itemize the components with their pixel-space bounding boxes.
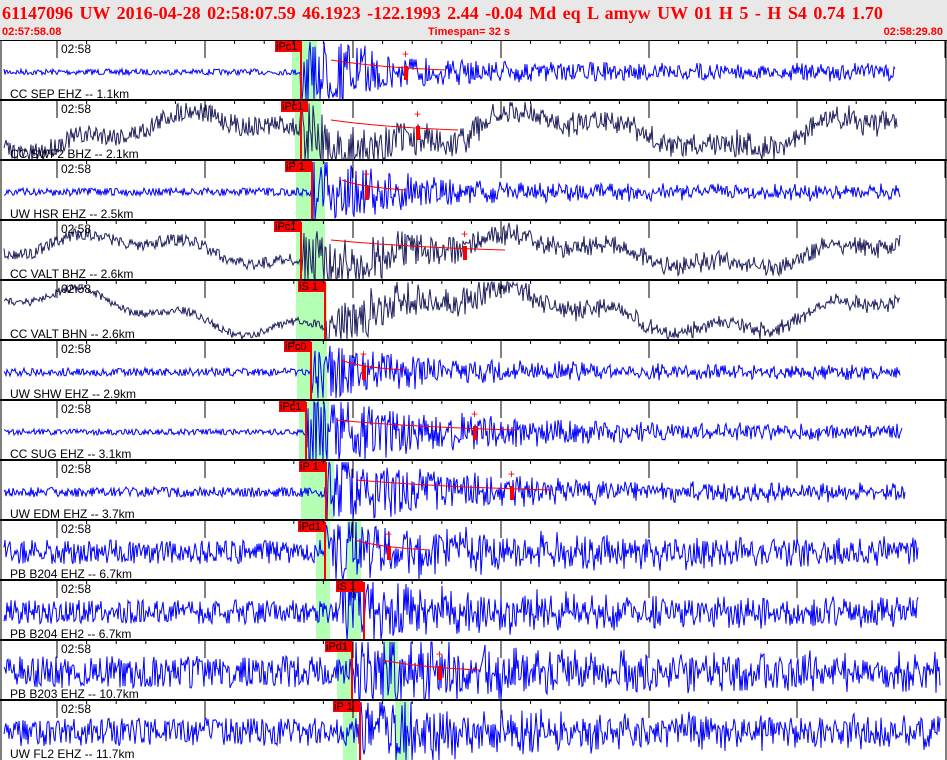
trace-row[interactable]: + iPc1 02:58 CC SUG EHZ -- 3.1km [0, 399, 947, 461]
time-label: 02:58 [61, 222, 91, 236]
amplitude-marker [510, 486, 514, 500]
amplitude-marker [473, 426, 477, 440]
station-label: CC SUG EHZ -- 3.1km [10, 447, 131, 461]
pick-label: iPc0 [285, 341, 306, 353]
waveform [3, 161, 901, 221]
time-label: 02:58 [61, 582, 91, 596]
pick-label: iPd1 [326, 641, 348, 653]
plus-marker: + [461, 227, 468, 241]
station-label: UW SHW EHZ -- 2.9km [10, 387, 136, 401]
waveform [3, 280, 900, 342]
plus-marker: + [508, 467, 515, 481]
amplitude-marker [463, 246, 467, 260]
amplitude-marker [387, 546, 391, 560]
pick-label: iS 1 [299, 281, 318, 293]
waveform [3, 222, 901, 281]
station-label: CC SWF2 BHZ -- 2.1km [10, 147, 139, 161]
event-header: 61147096 UW 2016-04-28 02:58:07.59 46.19… [0, 0, 947, 40]
trace-row[interactable]: iP 1 02:58 UW FL2 EHZ -- 11.7km [0, 699, 947, 760]
plus-marker: + [414, 107, 421, 121]
seismogram-panel[interactable]: +iPc102:58CC SEP EHZ -- 1.1km+iPc102:58C… [0, 40, 947, 760]
waveform [3, 400, 903, 461]
time-label: 02:58 [61, 282, 91, 296]
time-label: 02:58 [61, 642, 91, 656]
coda-duration-line [330, 119, 459, 131]
time-label: 02:58 [61, 702, 91, 716]
plus-marker: + [436, 647, 443, 661]
end-time: 02:58:29.80 [883, 26, 943, 38]
plus-marker: + [363, 167, 370, 181]
station-label: UW EDM EHZ -- 3.7km [10, 507, 135, 521]
plus-marker: + [360, 347, 367, 361]
start-time: 02:57:58.08 [2, 26, 62, 38]
station-label: UW FL2 EHZ -- 11.7km [10, 747, 134, 760]
trace-row[interactable]: + iP 1 02:58 UW EDM EHZ -- 3.7km [0, 459, 947, 521]
amplitude-marker [362, 366, 366, 380]
waveform [3, 701, 941, 760]
trace-row[interactable]: iS 1 02:58 CC VALT BHN -- 2.6km [0, 279, 947, 342]
trace-row[interactable]: + iPc1 02:58 CC VALT BHZ -- 2.6km [0, 219, 947, 281]
time-label: 02:58 [61, 102, 91, 116]
trace-row[interactable]: + iPd1 02:58 PB B204 EHZ -- 6.7km [0, 519, 947, 581]
trace-row[interactable]: + iP 1 02:58 UW HSR EHZ -- 2.5km [0, 159, 947, 221]
station-label: PB B204 EH2 -- 6.7km [10, 627, 131, 641]
time-label: 02:58 [61, 402, 91, 416]
amplitude-marker [365, 186, 369, 200]
pick-label: iP 1 [300, 461, 319, 473]
waveform [3, 581, 919, 641]
pick-label: iPc1 [282, 101, 303, 113]
station-label: CC VALT BHN -- 2.6km [10, 327, 135, 341]
amplitude-marker [416, 126, 420, 140]
event-summary: 61147096 UW 2016-04-28 02:58:07.59 46.19… [2, 3, 883, 23]
trace-row[interactable]: +iPc102:58CC SEP EHZ -- 1.1km [0, 40, 947, 101]
time-label: 02:58 [61, 342, 91, 356]
waveform [3, 345, 901, 399]
waveform [3, 641, 941, 702]
amplitude-marker [438, 666, 442, 680]
trace-row[interactable]: + iPc0 02:58 UW SHW EHZ -- 2.9km [0, 339, 947, 401]
time-label: 02:58 [61, 162, 91, 176]
waveform [3, 41, 896, 101]
plus-marker: + [385, 527, 392, 541]
waveform [3, 461, 906, 521]
plus-marker: + [402, 47, 409, 61]
pick-label: iPc1 [275, 221, 296, 233]
time-label: 02:58 [61, 42, 91, 56]
station-label: PB B204 EHZ -- 6.7km [10, 567, 132, 581]
trace-row[interactable]: iS 102:58PB B204 EH2 -- 6.7km [0, 579, 947, 641]
timespan: Timespan= 32 s [428, 26, 511, 38]
trace-row[interactable]: + iPc1 02:58 CC SWF2 BHZ -- 2.1km [0, 99, 947, 162]
time-label: 02:58 [61, 522, 91, 536]
station-label: UW HSR EHZ -- 2.5km [10, 207, 133, 221]
trace-row[interactable]: + iPd1 02:58 PB B203 EHZ -- 10.7km [0, 639, 947, 702]
amplitude-marker [404, 66, 408, 80]
station-label: PB B203 EHZ -- 10.7km [10, 687, 139, 701]
pick-label: iPd1 [299, 521, 321, 533]
time-label: 02:58 [61, 462, 91, 476]
pick-label: iP 1 [286, 161, 305, 173]
plus-marker: + [471, 407, 478, 421]
station-label: CC SEP EHZ -- 1.1km [10, 87, 129, 101]
pick-label: iPc1 [280, 401, 301, 413]
station-label: CC VALT BHZ -- 2.6km [10, 267, 133, 281]
waveform [3, 521, 919, 581]
pick-label: iP 1 [334, 701, 353, 713]
